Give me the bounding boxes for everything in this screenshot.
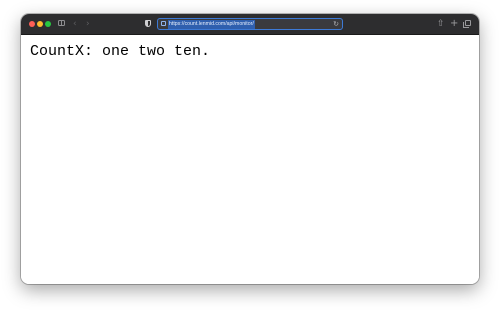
page-content: CountX: one two ten. xyxy=(21,35,479,284)
url-text[interactable]: https://count.lenmid.com/api/monitor/ xyxy=(168,20,255,29)
maximize-window-button[interactable] xyxy=(45,21,51,27)
browser-toolbar: ‹ › https://count.lenmid.com/api/monitor… xyxy=(21,14,479,35)
page-text: CountX: one two ten. xyxy=(30,43,211,60)
minimize-window-button[interactable] xyxy=(37,21,43,27)
tab-overview-icon[interactable] xyxy=(463,20,471,28)
sidebar-icon[interactable] xyxy=(58,20,65,26)
chevron-left-icon[interactable]: ‹ xyxy=(73,18,77,30)
share-icon[interactable]: ⇧ xyxy=(437,18,445,30)
page-icon xyxy=(161,21,166,26)
plus-icon[interactable]: + xyxy=(450,18,458,30)
browser-window: ‹ › https://count.lenmid.com/api/monitor… xyxy=(21,14,479,284)
close-window-button[interactable] xyxy=(29,21,35,27)
shield-icon[interactable] xyxy=(145,20,151,27)
reload-icon[interactable]: ↻ xyxy=(333,19,339,29)
chevron-right-icon[interactable]: › xyxy=(86,18,90,30)
address-bar[interactable]: https://count.lenmid.com/api/monitor/ ↻ xyxy=(157,18,343,30)
